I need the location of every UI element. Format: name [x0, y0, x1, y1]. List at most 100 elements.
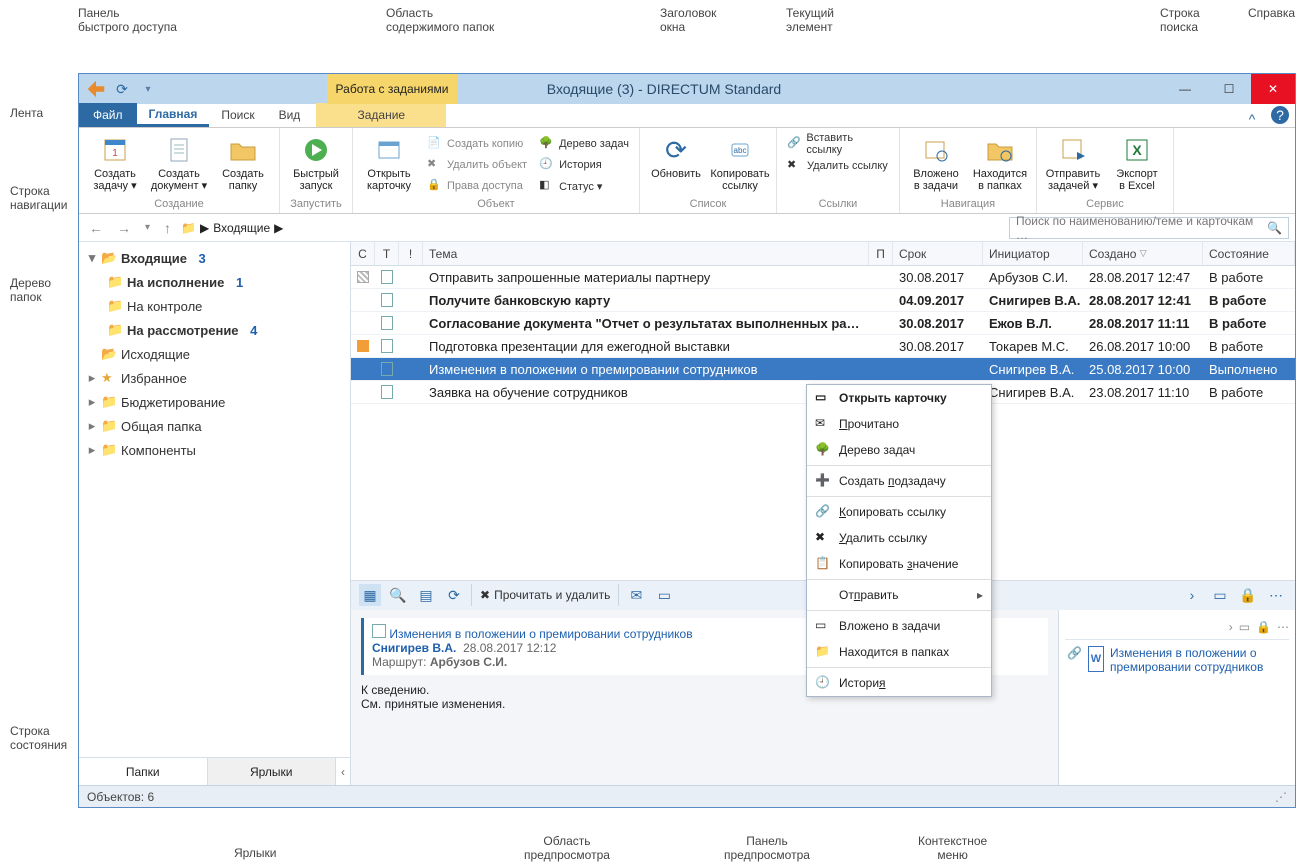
search-icon[interactable]: 🔍: [1267, 221, 1282, 235]
col-sost[interactable]: Состояние: [1203, 242, 1295, 265]
search-input[interactable]: Поиск по наименованию/теме и карточкам ……: [1009, 217, 1289, 239]
refresh-icon[interactable]: ⟳: [111, 78, 133, 100]
tree-inbox[interactable]: ▾📂Входящие 3: [83, 246, 346, 270]
card-icon[interactable]: ▭: [653, 584, 675, 606]
nav-up-icon[interactable]: ↑: [160, 220, 175, 236]
create-document-button[interactable]: Создать документ ▾: [149, 130, 209, 196]
qat-logo-icon[interactable]: [85, 78, 107, 100]
export-excel-button[interactable]: XЭкспорт в Excel: [1107, 130, 1167, 196]
navigation-bar: ← → ▾ ↑ 📁 ▶ Входящие ▶ Поиск по наименов…: [79, 214, 1295, 242]
breadcrumb[interactable]: 📁 ▶ Входящие ▶: [181, 221, 283, 235]
delete-link-button[interactable]: ✖Удалить ссылку: [783, 156, 893, 176]
tree-outbox[interactable]: 📂Исходящие: [83, 342, 346, 366]
col-sozd[interactable]: Создано ▽: [1083, 242, 1203, 265]
dots-icon[interactable]: ⋯: [1277, 620, 1289, 634]
create-task-button[interactable]: 1Создать задачу ▾: [85, 130, 145, 196]
col-init[interactable]: Инициатор: [983, 242, 1083, 265]
col-tema[interactable]: Тема: [423, 242, 869, 265]
columns-icon[interactable]: ▤: [415, 584, 437, 606]
table-row[interactable]: Отправить запрошенные материалы партнеру…: [351, 266, 1295, 289]
more-icon[interactable]: ⋯: [1265, 584, 1287, 606]
attachment-item[interactable]: 🔗 W Изменения в положении о премировании…: [1065, 640, 1289, 680]
help-icon[interactable]: ?: [1271, 106, 1289, 124]
tree-budget[interactable]: ▸📁Бюджетирование: [83, 390, 346, 414]
ribbon-collapse-icon[interactable]: ^: [1239, 111, 1265, 127]
attachment-label: Изменения в положении о премировании сот…: [1110, 646, 1287, 674]
tree-shared[interactable]: ▸📁Общая папка: [83, 414, 346, 438]
rect-icon[interactable]: ▭: [1239, 620, 1250, 634]
status-button[interactable]: ◧Статус ▾: [535, 177, 633, 196]
ctx-open-card[interactable]: ▭Открыть карточку: [807, 385, 991, 411]
qat-customize-icon[interactable]: ▾: [137, 78, 159, 100]
open-card-button[interactable]: Открыть карточку: [359, 130, 419, 196]
col-b[interactable]: !: [399, 242, 423, 265]
refresh-button[interactable]: ⟳Обновить: [646, 130, 706, 196]
grid-header: С Т ! Тема П Срок Инициатор Создано ▽ Со…: [351, 242, 1295, 266]
lock-icon[interactable]: 🔒: [1237, 584, 1259, 606]
resize-grip-icon[interactable]: ⋰: [1275, 790, 1287, 804]
ctx-read[interactable]: ✉Прочитано: [807, 411, 991, 437]
lock2-icon[interactable]: 🔒: [1256, 620, 1271, 634]
paste-link-button[interactable]: 🔗Вставить ссылку: [783, 134, 893, 154]
ctx-send[interactable]: Отправить▸: [807, 582, 991, 608]
tree-consider[interactable]: 📁На рассмотрение 4: [83, 318, 346, 342]
breadcrumb-folder[interactable]: Входящие: [213, 221, 270, 235]
ctx-copy-value[interactable]: 📋Копировать значение: [807, 551, 991, 577]
table-row[interactable]: Согласование документа "Отчет о результа…: [351, 312, 1295, 335]
col-c[interactable]: С: [351, 242, 375, 265]
ctx-in-folders[interactable]: 📁Находится в папках: [807, 639, 991, 665]
ctx-tree[interactable]: 🌳Дерево задач: [807, 437, 991, 463]
tab-file[interactable]: Файл: [79, 103, 137, 127]
read-and-delete-button[interactable]: ✖Прочитать и удалить: [471, 584, 619, 606]
expand-right-icon[interactable]: ›: [1181, 584, 1203, 606]
col-p[interactable]: П: [869, 242, 893, 265]
envelope-icon[interactable]: ✉: [625, 584, 647, 606]
maximize-button[interactable]: ☐: [1207, 74, 1251, 104]
status-objects: Объектов: 6: [87, 790, 154, 804]
tree-tab-shortcuts[interactable]: Ярлыки: [208, 758, 337, 785]
ctx-in-tasks[interactable]: ▭Вложено в задачи: [807, 613, 991, 639]
tab-task[interactable]: Задание: [316, 103, 446, 127]
tree-components[interactable]: ▸📁Компоненты: [83, 438, 346, 462]
in-tasks-button[interactable]: Вложено в задачи: [906, 130, 966, 196]
ctx-delete-link[interactable]: ✖Удалить ссылку: [807, 525, 991, 551]
send-as-task-button[interactable]: Отправить задачей ▾: [1043, 130, 1103, 196]
tree-tab-folders[interactable]: Папки: [79, 758, 208, 785]
table-row[interactable]: Изменения в положении о премировании сот…: [351, 358, 1295, 381]
expand-icon[interactable]: ›: [1229, 620, 1233, 634]
ctx-subtask[interactable]: ➕Создать подзадачу: [807, 468, 991, 494]
tab-search[interactable]: Поиск: [209, 103, 266, 127]
task-tree-button[interactable]: 🌳Дерево задач: [535, 134, 633, 153]
svg-text:abc: abc: [734, 146, 747, 155]
ctx-copy-link[interactable]: 🔗Копировать ссылку: [807, 499, 991, 525]
zoom-icon[interactable]: 🔍: [387, 584, 409, 606]
table-row[interactable]: Подготовка презентации для ежегодной выс…: [351, 335, 1295, 358]
col-srok[interactable]: Срок: [893, 242, 983, 265]
quick-run-button[interactable]: Быстрый запуск: [286, 130, 346, 196]
titlebar: ⟳ ▾ Работа с заданиями Входящие (3) - DI…: [79, 74, 1295, 104]
tab-home[interactable]: Главная: [137, 103, 210, 127]
nav-forward-icon[interactable]: →: [113, 220, 135, 236]
tree-exec[interactable]: 📁На исполнение 1: [83, 270, 346, 294]
table-row[interactable]: Получите банковскую карту04.09.2017Сниги…: [351, 289, 1295, 312]
in-folders-button[interactable]: Находится в папках: [970, 130, 1030, 196]
minimize-button[interactable]: —: [1163, 74, 1207, 104]
history-button[interactable]: 🕘История: [535, 155, 633, 174]
layout-icon[interactable]: ▦: [359, 584, 381, 606]
nav-history-icon[interactable]: ▾: [141, 222, 154, 233]
tree-collapse-icon[interactable]: ‹: [336, 758, 350, 785]
tab-view[interactable]: Вид: [267, 103, 313, 127]
tree-control[interactable]: 📁На контроле: [83, 294, 346, 318]
tree-fav[interactable]: ▸★Избранное: [83, 366, 346, 390]
ctx-history[interactable]: 🕘История: [807, 670, 991, 696]
card-right-icon[interactable]: ▭: [1209, 584, 1231, 606]
col-t[interactable]: Т: [375, 242, 399, 265]
callout-preview-area: Область предпросмотра: [524, 834, 610, 862]
refresh-preview-icon[interactable]: ⟳: [443, 584, 465, 606]
ribbon-group-links-label: Ссылки: [819, 196, 858, 210]
close-button[interactable]: ✕: [1251, 74, 1295, 104]
nav-back-icon[interactable]: ←: [85, 220, 107, 236]
copy-link-button[interactable]: abcКопировать ссылку: [710, 130, 770, 196]
create-folder-button[interactable]: Создать папку: [213, 130, 273, 196]
ribbon-tabs: Файл Главная Поиск Вид Задание ^ ?: [79, 104, 1295, 128]
